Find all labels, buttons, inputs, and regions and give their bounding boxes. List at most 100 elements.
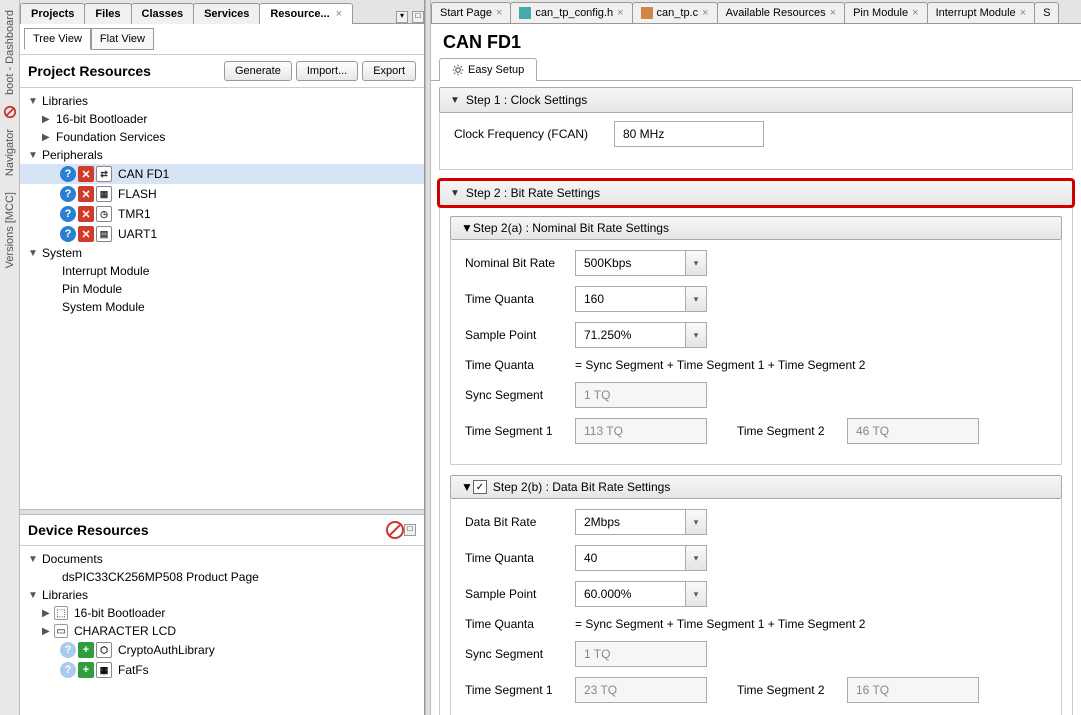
tab-cantpc[interactable]: can_tp.c× — [632, 2, 718, 23]
tab-startpage[interactable]: Start Page× — [431, 2, 511, 23]
tq-input[interactable] — [575, 286, 685, 312]
rail-versions[interactable]: Versions [MCC] — [4, 186, 16, 274]
node-bootloader[interactable]: ▶16-bit Bootloader — [20, 110, 424, 128]
dropdown-button[interactable] — [685, 509, 707, 535]
sync-input — [575, 641, 707, 667]
dropdown-button[interactable] — [685, 286, 707, 312]
help-icon[interactable]: ? — [60, 206, 76, 222]
tab-projects[interactable]: Projects — [20, 3, 85, 24]
dropdown-button[interactable] — [685, 250, 707, 276]
uart-icon: ▤ — [96, 226, 112, 242]
node-peripherals[interactable]: ▼Peripherals — [20, 146, 424, 164]
stop-icon — [3, 105, 17, 119]
node-dev-bootloader[interactable]: ▶⬚16-bit Bootloader — [20, 604, 424, 622]
close-icon[interactable]: × — [912, 7, 918, 19]
rail-navigator[interactable]: Navigator — [4, 123, 16, 182]
sync-label: Sync Segment — [465, 388, 575, 402]
node-flash[interactable]: ?✕▦ FLASH — [20, 184, 424, 204]
close-icon[interactable]: × — [702, 7, 708, 19]
tab-files[interactable]: Files — [84, 3, 131, 24]
clock-freq-label: Clock Frequency (FCAN) — [454, 127, 614, 141]
node-sysmodule[interactable]: System Module — [20, 298, 424, 316]
nominal-rate-input[interactable] — [575, 250, 685, 276]
restore-icon[interactable]: □ — [404, 524, 416, 536]
dropdown-button[interactable] — [685, 322, 707, 348]
delete-icon[interactable]: ✕ — [78, 206, 94, 222]
clock-freq-input[interactable] — [614, 121, 764, 147]
step2-header[interactable]: ▼Step 2 : Bit Rate Settings — [439, 180, 1073, 206]
import-button[interactable]: Import... — [296, 61, 358, 81]
tab-easysetup[interactable]: Easy Setup — [439, 58, 537, 81]
rail-dashboard[interactable]: boot - Dashboard — [4, 4, 16, 101]
add-icon[interactable]: + — [78, 662, 94, 678]
ts1-input — [575, 677, 707, 703]
delete-icon[interactable]: ✕ — [78, 186, 94, 202]
node-documents[interactable]: ▼Documents — [20, 550, 424, 568]
sp-input[interactable] — [575, 322, 685, 348]
step2b-checkbox[interactable]: ✓ — [473, 480, 487, 494]
node-libraries[interactable]: ▼Libraries — [20, 92, 424, 110]
restore-icon[interactable]: □ — [412, 11, 424, 23]
tab-availres[interactable]: Available Resources× — [717, 2, 846, 23]
export-button[interactable]: Export — [362, 61, 416, 81]
tab-classes[interactable]: Classes — [131, 3, 195, 24]
node-pin[interactable]: Pin Module — [20, 280, 424, 298]
node-productpage[interactable]: dsPIC33CK256MP508 Product Page — [20, 568, 424, 586]
close-icon[interactable]: × — [336, 8, 342, 20]
tab-cantph[interactable]: can_tp_config.h× — [510, 2, 632, 23]
node-uart1[interactable]: ?✕▤ UART1 — [20, 224, 424, 244]
timer-icon: ◷ — [96, 206, 112, 222]
tab-services[interactable]: Services — [193, 3, 260, 24]
sync-input — [575, 382, 707, 408]
minimize-icon[interactable]: ▾ — [396, 11, 408, 23]
h-file-icon — [519, 7, 531, 19]
tq-input[interactable] — [575, 545, 685, 571]
dropdown-button[interactable] — [685, 581, 707, 607]
delete-icon[interactable]: ✕ — [78, 166, 94, 182]
editor-title: CAN FD1 — [431, 24, 1081, 57]
ts2-label: Time Segment 2 — [737, 683, 847, 697]
help-icon[interactable]: ? — [60, 642, 76, 658]
node-interrupt[interactable]: Interrupt Module — [20, 262, 424, 280]
help-icon[interactable]: ? — [60, 226, 76, 242]
close-icon[interactable]: × — [1020, 7, 1026, 19]
flat-view-button[interactable]: Flat View — [91, 28, 154, 50]
close-icon[interactable]: × — [830, 7, 836, 19]
add-icon[interactable]: + — [78, 642, 94, 658]
generate-button[interactable]: Generate — [224, 61, 292, 81]
node-system[interactable]: ▼System — [20, 244, 424, 262]
tab-intmodule[interactable]: Interrupt Module× — [927, 2, 1036, 23]
node-fatfs[interactable]: ?+▦ FatFs — [20, 660, 424, 680]
node-tmr1[interactable]: ?✕◷ TMR1 — [20, 204, 424, 224]
close-icon[interactable]: × — [496, 7, 502, 19]
sp-label: Sample Point — [465, 587, 575, 601]
tab-overflow[interactable]: S — [1034, 2, 1059, 23]
device-resources-title: Device Resources — [28, 522, 386, 538]
dropdown-button[interactable] — [685, 545, 707, 571]
node-foundation[interactable]: ▶Foundation Services — [20, 128, 424, 146]
stop-icon[interactable] — [386, 521, 404, 539]
close-icon[interactable]: × — [617, 7, 623, 19]
step2b-header[interactable]: ▼ ✓ Step 2(b) : Data Bit Rate Settings — [450, 475, 1062, 499]
tq2-label: Time Quanta — [465, 358, 575, 372]
sp-input[interactable] — [575, 581, 685, 607]
node-cryptoauth[interactable]: ?+⬡ CryptoAuthLibrary — [20, 640, 424, 660]
nominal-rate-label: Nominal Bit Rate — [465, 256, 575, 270]
node-charlcd[interactable]: ▶▭CHARACTER LCD — [20, 622, 424, 640]
sp-label: Sample Point — [465, 328, 575, 342]
node-canfd1[interactable]: ?✕⇄ CAN FD1 — [20, 164, 424, 184]
step1-header[interactable]: ▼Step 1 : Clock Settings — [439, 87, 1073, 113]
tree-view-button[interactable]: Tree View — [24, 28, 91, 50]
step2a-header[interactable]: ▼Step 2(a) : Nominal Bit Rate Settings — [450, 216, 1062, 240]
node-dev-libraries[interactable]: ▼Libraries — [20, 586, 424, 604]
flash-icon: ▦ — [96, 186, 112, 202]
tab-pinmodule[interactable]: Pin Module× — [844, 2, 927, 23]
project-resources-title: Project Resources — [28, 63, 220, 79]
tab-resource[interactable]: Resource...× — [259, 3, 353, 24]
help-icon[interactable]: ? — [60, 662, 76, 678]
help-icon[interactable]: ? — [60, 166, 76, 182]
data-rate-input[interactable] — [575, 509, 685, 535]
chevron-down-icon: ▼ — [450, 188, 460, 199]
delete-icon[interactable]: ✕ — [78, 226, 94, 242]
help-icon[interactable]: ? — [60, 186, 76, 202]
